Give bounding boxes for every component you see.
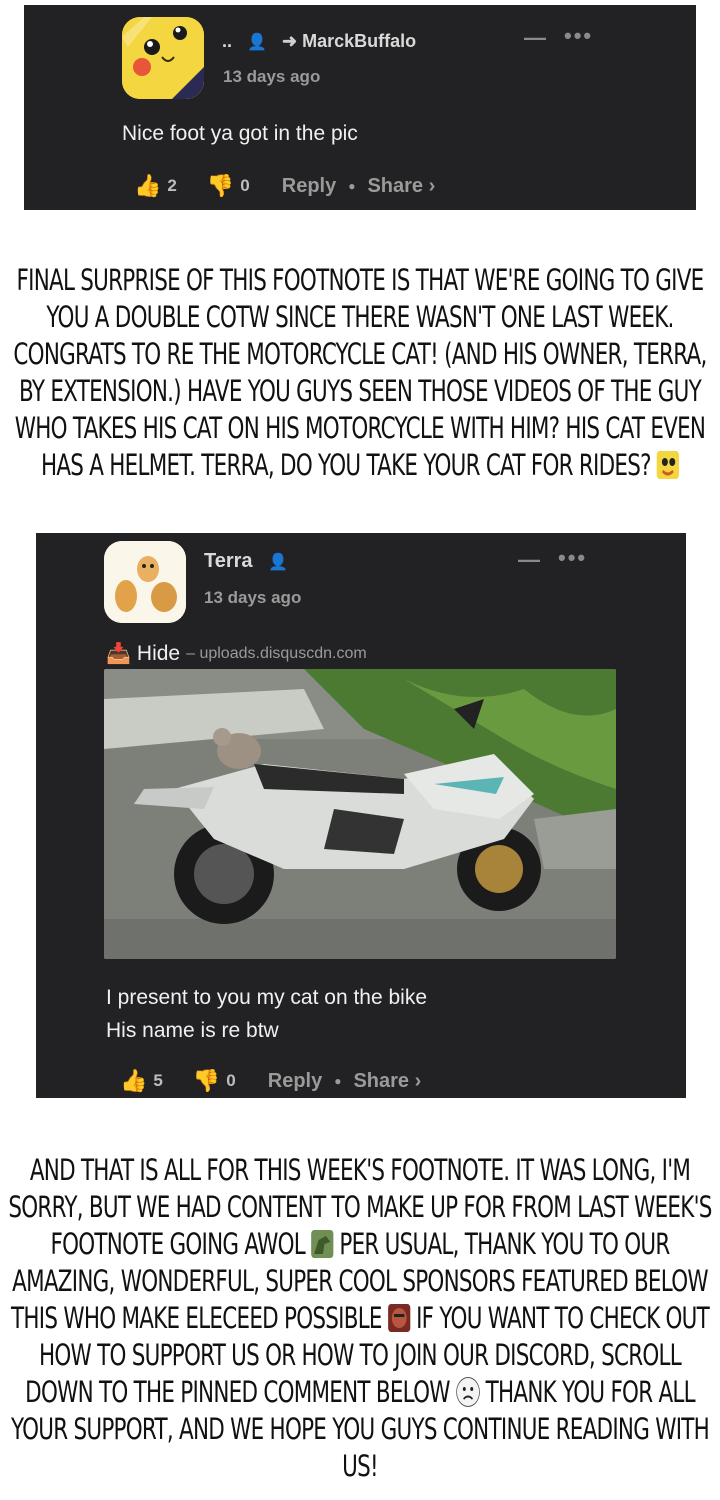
author-header: Terra 👤 — [204, 550, 288, 573]
emoji-icon — [656, 451, 680, 479]
upvote-icon[interactable]: 👍 — [120, 1068, 147, 1094]
reply-marker: .. — [222, 31, 233, 51]
avatar[interactable] — [104, 541, 186, 623]
reply-to-username[interactable]: MarckBuffalo — [302, 31, 416, 51]
comment-footer: 👍 5 👎 0 Reply ● Share › — [120, 1068, 421, 1094]
more-options-icon[interactable]: ••• — [564, 23, 593, 49]
author-name[interactable]: Terra — [204, 550, 253, 572]
share-button[interactable]: Share › — [353, 1070, 421, 1093]
comment-card-terra: Terra 👤 13 days ago — ••• 📥 Hide – uploa… — [36, 533, 686, 1098]
separator-dot: ● — [348, 179, 356, 193]
avatar[interactable] — [122, 17, 204, 99]
caption-text: FINAL SURPRISE OF THIS FOOTNOTE IS THAT … — [13, 263, 707, 482]
inbox-icon: 📥 — [106, 643, 131, 665]
crying-face-emoji-icon — [455, 1377, 480, 1407]
upvote-count: 2 — [167, 176, 177, 195]
footnote-caption-1: FINAL SURPRISE OF THIS FOOTNOTE IS THAT … — [13, 262, 707, 484]
motorcycle-cat-photo[interactable] — [104, 669, 616, 959]
user-icon: 👤 — [247, 34, 267, 51]
media-source[interactable]: – uploads.disquscdn.com — [186, 645, 367, 663]
collapse-icon[interactable]: — — [518, 547, 542, 573]
comment-footer: 👍 2 👎 0 Reply ● Share › — [134, 173, 435, 199]
reply-button[interactable]: Reply — [268, 1070, 322, 1093]
collapse-icon[interactable]: — — [524, 25, 548, 51]
timestamp[interactable]: 13 days ago — [204, 588, 301, 608]
downvote-icon[interactable]: 👎 — [193, 1068, 220, 1094]
reply-arrow-icon: ➜ — [281, 31, 298, 51]
dinosaur-emoji-icon — [311, 1230, 334, 1258]
hide-media-button[interactable]: Hide — [137, 642, 180, 666]
comment-card-marckbuffalo-reply: .. 👤 ➜ MarckBuffalo 13 days ago — ••• Ni… — [24, 5, 696, 210]
face-emoji-icon — [387, 1304, 411, 1332]
media-header: 📥 Hide – uploads.disquscdn.com — [106, 641, 367, 666]
downvote-icon[interactable]: 👎 — [207, 173, 234, 199]
reply-button[interactable]: Reply — [282, 175, 336, 198]
user-icon: 👤 — [268, 554, 289, 571]
more-options-icon[interactable]: ••• — [558, 545, 587, 571]
timestamp[interactable]: 13 days ago — [223, 67, 320, 87]
footnote-caption-2: AND THAT IS ALL FOR THIS WEEK'S FOOTNOTE… — [8, 1152, 712, 1485]
upvote-icon[interactable]: 👍 — [134, 173, 161, 199]
reply-header: .. 👤 ➜ MarckBuffalo — [222, 31, 416, 52]
downvote-count: 0 — [226, 1071, 236, 1090]
upvote-count: 5 — [153, 1071, 163, 1090]
comment-text: Nice foot ya got in the pic — [122, 122, 358, 145]
comment-text-line-2: His name is re btw — [106, 1019, 279, 1042]
comment-text-line-1: I present to you my cat on the bike — [106, 986, 428, 1009]
downvote-count: 0 — [240, 176, 250, 195]
share-button[interactable]: Share › — [367, 175, 435, 198]
separator-dot: ● — [334, 1074, 342, 1088]
